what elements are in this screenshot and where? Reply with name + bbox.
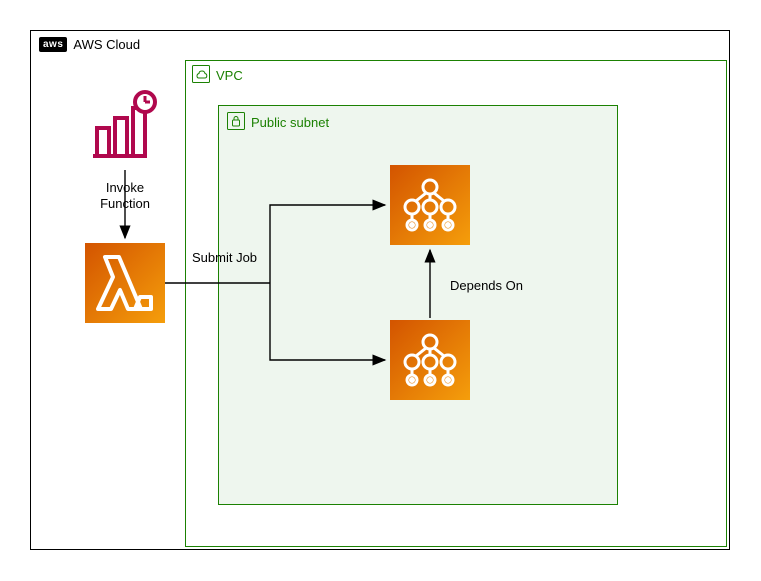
vpc-icon — [192, 65, 210, 86]
subnet-lock-icon — [227, 112, 245, 133]
invoke-function-label: Invoke Function — [85, 180, 165, 213]
batch-job-top-icon — [390, 165, 470, 245]
depends-on-label: Depends On — [450, 278, 560, 294]
aws-logo-icon: aws — [39, 37, 67, 52]
submit-job-label: Submit Job — [192, 250, 282, 266]
diagram-canvas: aws AWS Cloud VPC Publi — [0, 0, 761, 581]
cloudwatch-scheduled-event-icon — [85, 90, 165, 170]
subnet-label: Public subnet — [251, 115, 329, 130]
aws-cloud-header: aws AWS Cloud — [39, 37, 140, 52]
vpc-header: VPC — [192, 65, 243, 86]
lambda-icon — [85, 243, 165, 323]
aws-cloud-label: AWS Cloud — [73, 37, 140, 52]
batch-job-bottom-icon — [390, 320, 470, 400]
vpc-label: VPC — [216, 68, 243, 83]
subnet-header: Public subnet — [227, 112, 329, 133]
